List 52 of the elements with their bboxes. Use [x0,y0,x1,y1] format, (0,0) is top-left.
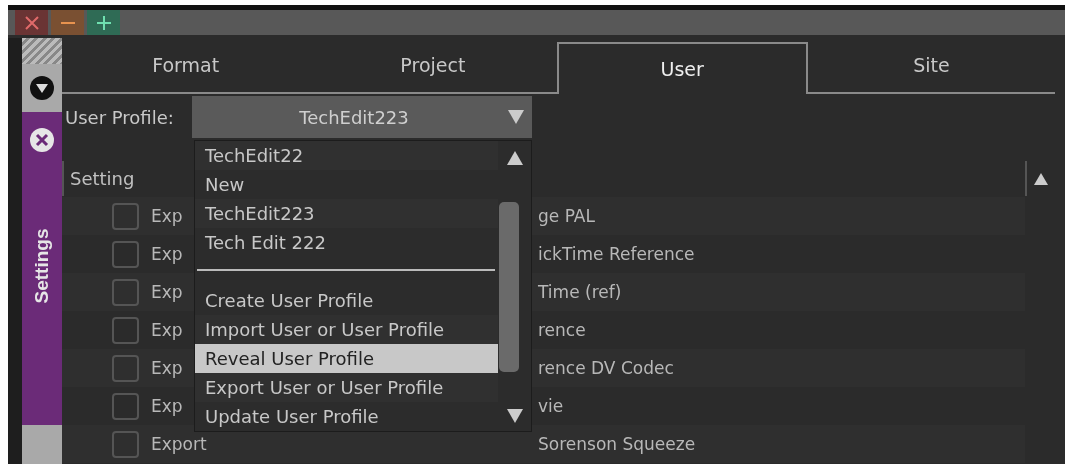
table-cell: Export [151,434,207,454]
scroll-up-icon [506,151,523,165]
checkbox[interactable] [112,240,139,268]
close-button[interactable] [15,10,48,35]
table-cell: Exp [151,206,183,226]
menu-item[interactable]: Tech Edit 222 [195,228,498,257]
field-label: User Profile: [64,106,175,128]
table-cell: rence DV Codec [538,358,674,378]
menu-item[interactable]: TechEdit223 [195,199,498,228]
table-cell: Time (ref) [538,282,622,302]
scrollbar-thumb[interactable] [498,202,519,372]
menu-item[interactable]: New [195,170,498,199]
scroll-up-icon [1034,172,1048,185]
checkbox[interactable] [112,430,139,458]
menu-item[interactable]: Update User Profile [195,402,498,431]
tab[interactable]: Format [62,38,310,94]
checkbox[interactable] [112,202,139,230]
menu-item[interactable]: Create User Profile [195,286,498,315]
close-icon[interactable] [29,127,55,153]
collapse-icon [29,75,55,101]
checkbox[interactable] [112,316,139,344]
menu-item[interactable]: Reveal User Profile [195,344,498,373]
sidebar-panel [22,425,62,464]
scroll-down-icon [506,409,523,423]
table-cell: ickTime Reference [538,244,695,264]
close-icon [23,14,40,31]
profile-dropdown[interactable]: TechEdit223 [192,96,532,138]
table-cell: Exp [151,396,183,416]
grip-handle[interactable] [22,38,62,64]
table-cell: Exp [151,244,183,264]
table-cell: vie [538,396,564,416]
checkbox[interactable] [112,354,139,382]
tab[interactable]: Site [807,38,1055,94]
menu-item[interactable]: TechEdit22 [195,141,498,170]
checkbox[interactable] [112,278,139,306]
minimize-icon [59,21,76,24]
plus-icon [95,14,112,31]
table-cell: Sorenson Squeeze [538,434,696,454]
checkbox[interactable] [112,392,139,420]
table-cell: Exp [151,320,183,340]
table-cell: ge PAL [538,206,595,226]
maximize-button[interactable] [87,10,120,35]
dropdown-arrow-icon [508,110,524,124]
tab[interactable]: User [556,42,808,94]
table-cell: rence [538,320,586,340]
table-cell: Exp [151,358,183,378]
table-cell: Exp [151,282,183,302]
minimize-button[interactable] [51,10,84,35]
menu-item[interactable]: Import User or User Profile [195,315,498,344]
settings-tab-label[interactable]: Settings [31,228,53,304]
menu-item[interactable]: Export User or User Profile [195,373,498,402]
tab[interactable]: Project [309,38,557,94]
